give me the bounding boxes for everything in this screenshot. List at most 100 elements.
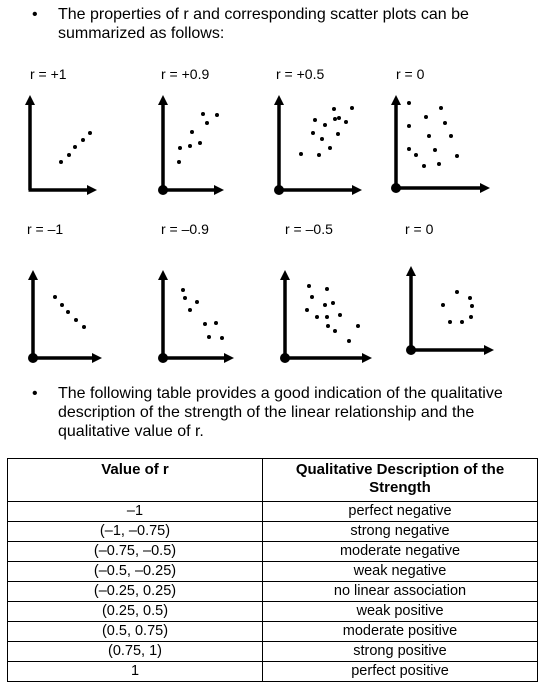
- description-cell: moderate positive: [262, 621, 538, 642]
- data-point: [214, 321, 218, 325]
- data-point: [325, 287, 329, 291]
- description-cell: weak negative: [262, 561, 538, 582]
- x-axis-arrow-icon: [484, 345, 494, 355]
- x-axis-arrow-icon: [214, 185, 224, 195]
- origin-dot: [158, 185, 168, 195]
- data-point: [332, 107, 336, 111]
- value-cell: (–1, –0.75): [7, 521, 263, 542]
- description-cell: no linear association: [262, 581, 538, 602]
- value-cell: (–0.5, –0.25): [7, 561, 263, 582]
- y-axis-arrow-icon: [158, 270, 168, 280]
- value-cell: (0.75, 1): [7, 641, 263, 662]
- data-point: [181, 288, 185, 292]
- value-cell: (–0.75, –0.5): [7, 541, 263, 562]
- description-cell: perfect negative: [262, 501, 538, 522]
- x-axis-arrow-icon: [224, 353, 234, 363]
- description-cell: strong positive: [262, 641, 538, 662]
- origin-dot: [28, 353, 38, 363]
- data-point: [307, 284, 311, 288]
- data-point: [326, 324, 330, 328]
- data-point: [407, 147, 411, 151]
- data-point: [333, 117, 337, 121]
- table-row: (0.25, 0.5) weak positive: [7, 601, 538, 622]
- data-point: [67, 153, 71, 157]
- y-axis-arrow-icon: [158, 95, 168, 105]
- value-cell: (–0.25, 0.25): [7, 581, 263, 602]
- data-point: [220, 336, 224, 340]
- y-axis-arrow-icon: [25, 95, 35, 105]
- table-row: (–0.5, –0.25) weak negative: [7, 561, 538, 582]
- data-point: [433, 148, 437, 152]
- value-cell: (0.5, 0.75): [7, 621, 263, 642]
- data-point: [88, 131, 92, 135]
- data-point: [323, 123, 327, 127]
- r-strength-table: Value of r Qualitative Description of th…: [7, 458, 538, 682]
- description-cell: strong negative: [262, 521, 538, 542]
- description-cell: moderate negative: [262, 541, 538, 562]
- data-point: [468, 296, 472, 300]
- table-row: (0.5, 0.75) moderate positive: [7, 621, 538, 642]
- data-point: [422, 164, 426, 168]
- origin-dot: [274, 185, 284, 195]
- description-cell: perfect positive: [262, 661, 538, 682]
- data-point: [60, 303, 64, 307]
- data-point: [449, 134, 453, 138]
- data-point: [407, 101, 411, 105]
- origin-dot: [406, 345, 416, 355]
- header-value: Value of r: [7, 458, 263, 502]
- y-axis-arrow-icon: [274, 95, 284, 105]
- data-point: [407, 124, 411, 128]
- data-point: [427, 134, 431, 138]
- data-point: [323, 303, 327, 307]
- data-point: [320, 137, 324, 141]
- data-point: [310, 295, 314, 299]
- data-point: [455, 290, 459, 294]
- value-cell: 1: [7, 661, 263, 682]
- x-axis-arrow-icon: [92, 353, 102, 363]
- data-point: [414, 153, 418, 157]
- data-point: [305, 308, 309, 312]
- data-point: [325, 315, 329, 319]
- data-point: [443, 121, 447, 125]
- value-cell: (0.25, 0.5): [7, 601, 263, 622]
- data-point: [195, 300, 199, 304]
- data-point: [424, 115, 428, 119]
- header-description: Qualitative Description of the Strength: [262, 458, 538, 502]
- data-point: [205, 121, 209, 125]
- data-point: [448, 320, 452, 324]
- data-point: [331, 301, 335, 305]
- data-point: [437, 162, 441, 166]
- data-point: [356, 324, 360, 328]
- data-point: [328, 146, 332, 150]
- scatter-plots: [25, 95, 494, 363]
- data-point: [198, 141, 202, 145]
- data-point: [74, 318, 78, 322]
- data-point: [82, 325, 86, 329]
- data-point: [201, 112, 205, 116]
- data-point: [183, 296, 187, 300]
- data-point: [53, 295, 57, 299]
- y-axis-arrow-icon: [280, 270, 290, 280]
- origin-dot: [391, 183, 401, 193]
- data-point: [337, 116, 341, 120]
- data-point: [73, 145, 77, 149]
- data-point: [455, 154, 459, 158]
- data-point: [333, 329, 337, 333]
- description-cell: weak positive: [262, 601, 538, 622]
- data-point: [347, 339, 351, 343]
- data-point: [207, 335, 211, 339]
- y-axis-arrow-icon: [391, 95, 401, 105]
- data-point: [344, 120, 348, 124]
- bullet-text: The following table provides a good indi…: [58, 385, 503, 440]
- data-point: [469, 315, 473, 319]
- data-point: [81, 138, 85, 142]
- x-axis-arrow-icon: [362, 353, 372, 363]
- origin-dot: [280, 353, 290, 363]
- data-point: [190, 130, 194, 134]
- data-point: [315, 315, 319, 319]
- data-point: [177, 160, 181, 164]
- table-row: (–0.25, 0.25) no linear association: [7, 581, 538, 602]
- data-point: [178, 146, 182, 150]
- data-point: [66, 310, 70, 314]
- table-row: (–0.75, –0.5) moderate negative: [7, 541, 538, 562]
